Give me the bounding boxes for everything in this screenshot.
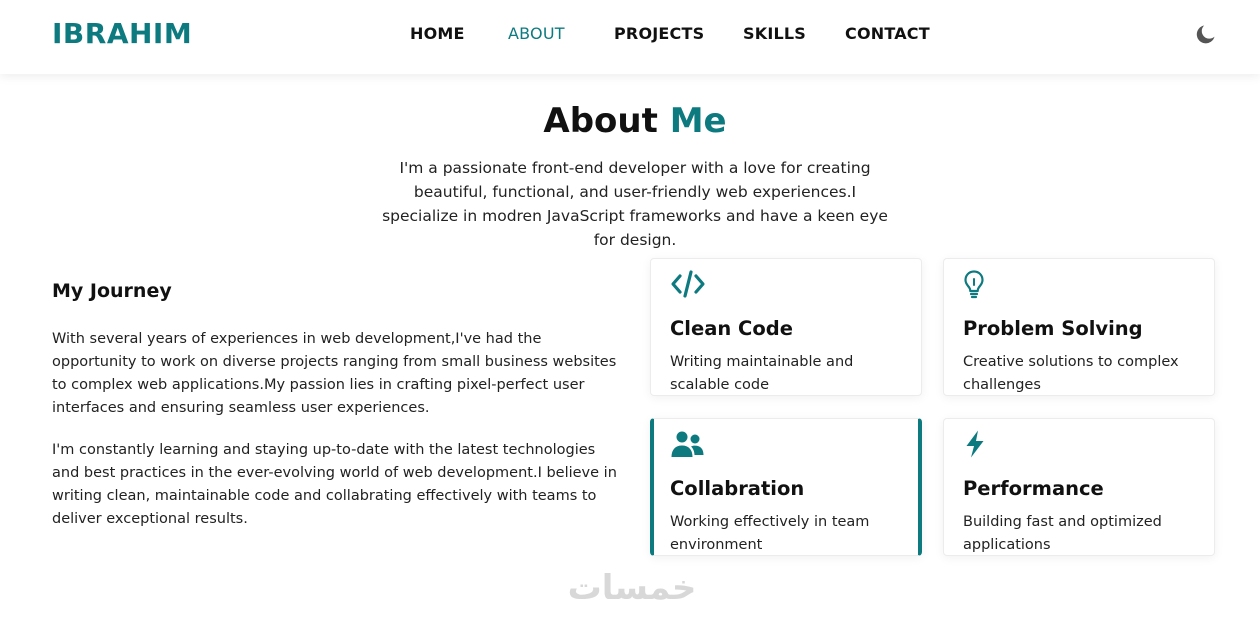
nav-link-home[interactable]: HOME: [410, 24, 465, 43]
nav-link-about[interactable]: ABOUT: [508, 24, 565, 43]
theme-toggle-button[interactable]: [1194, 22, 1218, 46]
feature-card-performance: Performance Building fast and optimized …: [943, 418, 1215, 556]
section-title-accent: Me: [669, 101, 727, 141]
navbar: IBRAHIM HOME ABOUT PROJECTS SKILLS CONTA…: [0, 0, 1260, 74]
card-description: Writing maintainable and scalable code: [670, 354, 854, 393]
card-title: Clean Code: [670, 317, 793, 340]
journey-paragraph: I'm constantly learning and staying up-t…: [52, 442, 617, 527]
card-title: Collabration: [670, 477, 805, 500]
feature-card-clean-code: Clean Code Writing maintainable and scal…: [650, 258, 922, 396]
feature-card-problem-solving: Problem Solving Creative solutions to co…: [943, 258, 1215, 396]
feature-card-collabration: Collabration Working effectively in team…: [650, 418, 922, 556]
card-title: Performance: [963, 477, 1104, 500]
nav-link-skills[interactable]: SKILLS: [743, 24, 806, 43]
card-description: Building fast and optimized applications: [963, 514, 1162, 553]
card-title: Problem Solving: [963, 317, 1143, 340]
moon-icon: [1196, 25, 1215, 44]
nav-link-contact[interactable]: CONTACT: [845, 24, 930, 43]
nav-link-projects[interactable]: PROJECTS: [614, 24, 704, 43]
about-intro: I'm a passionate front-end developer wit…: [382, 159, 888, 249]
card-description: Creative solutions to complex challenges: [963, 354, 1179, 393]
section-title: About Me: [0, 101, 1260, 141]
journey-paragraph: With several years of experiences in web…: [52, 331, 617, 416]
lightbulb-icon: [964, 270, 984, 299]
card-description: Working effectively in team environment: [670, 514, 870, 553]
journey-title: My Journey: [52, 280, 172, 302]
nav-links: HOME ABOUT PROJECTS SKILLS CONTACT: [0, 0, 1260, 74]
users-icon: [671, 431, 704, 457]
code-icon: [671, 270, 705, 298]
watermark-logo: خمسات: [567, 568, 697, 608]
bolt-icon: [966, 430, 984, 458]
section-title-main: About: [543, 101, 658, 141]
